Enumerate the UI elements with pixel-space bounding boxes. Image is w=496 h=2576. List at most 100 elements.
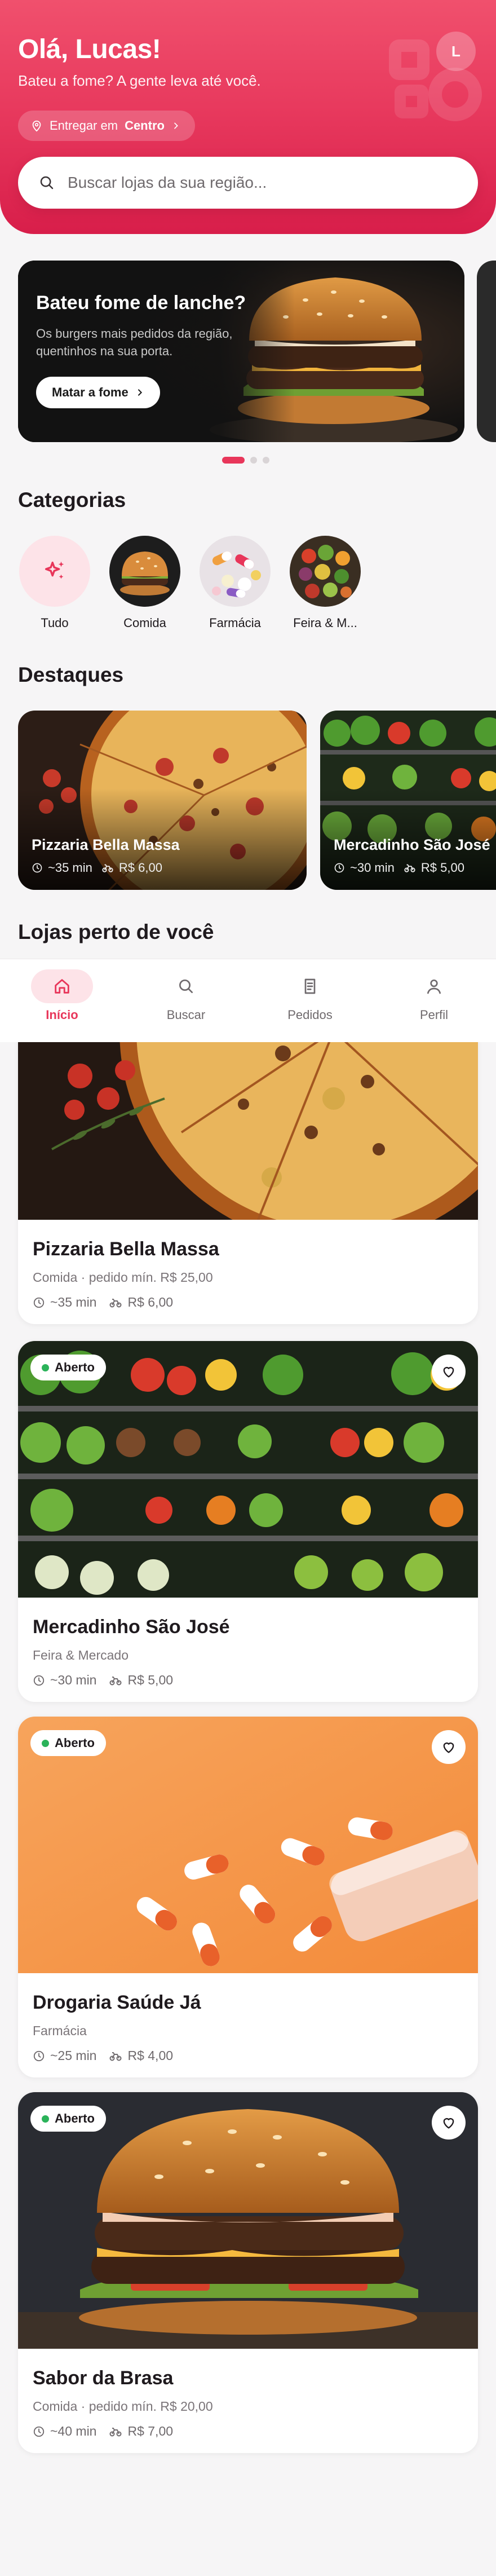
- heart-icon: [441, 1364, 457, 1379]
- store-card[interactable]: Aberto Drogaria Saúde Já Farmácia ~25 mi…: [18, 1717, 478, 2077]
- favorite-button[interactable]: [432, 2106, 466, 2140]
- nav-label: Buscar: [166, 1008, 206, 1022]
- nav-search[interactable]: Buscar: [124, 959, 248, 1042]
- status-badge: Aberto: [30, 1355, 106, 1380]
- store-name: Pizzaria Bella Massa: [33, 1238, 219, 1260]
- status-badge: Aberto: [30, 2106, 106, 2132]
- clock-icon: [33, 2425, 45, 2438]
- produce-image: [290, 536, 361, 607]
- delivery-fee-value: R$ 7,00: [127, 2424, 174, 2438]
- delivery-time-value: ~30 min: [50, 1673, 97, 1687]
- status-dot: [42, 2115, 49, 2123]
- nearby-title: Lojas perto de você: [18, 920, 214, 943]
- highlight-name: Mercadinho São José: [334, 836, 490, 853]
- highlight-meta: ~30 min R$ 5,00: [334, 861, 464, 875]
- home-screen: Olá, Lucas! Bateu a fome? A gente leva a…: [0, 0, 496, 2576]
- category-food[interactable]: Comida: [108, 536, 181, 630]
- nav-profile[interactable]: Perfil: [372, 959, 496, 1042]
- delivery-time-value: ~30 min: [350, 861, 395, 875]
- delivery-fee-value: R$ 5,00: [420, 861, 464, 875]
- delivery-fee: R$ 5,00: [109, 1673, 173, 1688]
- category-label: Tudo: [41, 616, 69, 630]
- favorite-button[interactable]: [432, 1730, 466, 1764]
- delivery-time-value: ~40 min: [50, 2424, 97, 2438]
- delivery-fee-value: R$ 6,00: [127, 1295, 174, 1309]
- bike-icon: [101, 862, 114, 874]
- delivery-time: ~35 min: [32, 861, 92, 875]
- nav-label: Perfil: [419, 1008, 449, 1022]
- store-meta: ~40 min R$ 7,00: [33, 2424, 173, 2439]
- clock-icon: [32, 862, 43, 874]
- store-category: Comida · pedido mín. R$ 25,00: [33, 1270, 213, 1285]
- category-all-circle: [19, 536, 90, 607]
- delivery-fee: R$ 6,00: [101, 861, 162, 875]
- carousel-dot[interactable]: [263, 457, 269, 464]
- favorite-button[interactable]: [432, 1355, 466, 1388]
- store-card[interactable]: Aberto Sabor da Brasa Comida · pedido mí…: [18, 2092, 478, 2453]
- location-pin-icon: [32, 120, 41, 132]
- clock-icon: [33, 2050, 45, 2062]
- home-icon: [55, 979, 69, 994]
- delivery-fee: R$ 5,00: [404, 861, 464, 875]
- status-dot: [42, 1739, 49, 1747]
- store-name: Mercadinho São José: [33, 1616, 230, 1638]
- clock-icon: [33, 1296, 45, 1309]
- heart-icon: [441, 1739, 457, 1755]
- chevron-right-icon: [174, 122, 178, 129]
- nav-orders[interactable]: Pedidos: [248, 959, 372, 1042]
- store-category: Comida · pedido mín. R$ 20,00: [33, 2399, 213, 2414]
- clock-icon: [33, 1674, 45, 1687]
- next-banner-peek[interactable]: [477, 261, 496, 442]
- store-meta: ~30 min R$ 5,00: [33, 1673, 173, 1688]
- highlight-card[interactable]: Mercadinho São José ~30 min R$ 5,00: [320, 711, 496, 890]
- avatar[interactable]: L: [436, 32, 476, 71]
- food-image: [109, 536, 180, 607]
- delivery-location-button[interactable]: Entregar em Centro: [18, 111, 195, 141]
- status-badge: Aberto: [30, 1730, 106, 1756]
- banner-title: Bateu fome de lanche?: [36, 292, 246, 314]
- category-all[interactable]: Tudo: [18, 536, 91, 630]
- categories-title: Categorias: [18, 488, 126, 511]
- nav-label: Pedidos: [287, 1008, 333, 1022]
- status-dot: [42, 1364, 49, 1371]
- category-pharmacy[interactable]: Farmácia: [198, 536, 272, 630]
- category-market[interactable]: Feira & M...: [289, 536, 362, 630]
- delivery-time-value: ~35 min: [50, 1295, 97, 1309]
- carousel-dots: [222, 457, 269, 464]
- highlight-meta: ~35 min R$ 6,00: [32, 861, 162, 875]
- delivery-time: ~30 min: [334, 861, 395, 875]
- promo-banner[interactable]: Bateu fome de lanche? Os burgers mais pe…: [18, 261, 464, 442]
- delivery-time: ~35 min: [33, 1295, 96, 1310]
- store-category: Feira & Mercado: [33, 1648, 129, 1662]
- bike-icon: [109, 2049, 122, 2063]
- status-label: Aberto: [55, 2111, 95, 2125]
- nav-home[interactable]: Início: [0, 959, 124, 1042]
- delivery-fee-value: R$ 6,00: [118, 861, 162, 875]
- delivery-time: ~40 min: [33, 2424, 96, 2439]
- store-card[interactable]: Aberto Mercadinho São José Feira & Merca…: [18, 1341, 478, 1702]
- greeting-subtitle: Bateu a fome? A gente leva até você.: [18, 72, 261, 89]
- search-icon: [179, 980, 193, 993]
- store-category: Farmácia: [33, 2023, 87, 2038]
- banner-cta-label: Matar a fome: [52, 385, 129, 399]
- search-icon: [40, 176, 54, 189]
- carousel-dot-active[interactable]: [222, 457, 245, 464]
- bike-icon: [109, 1674, 122, 1687]
- banner-cta-button[interactable]: Matar a fome: [36, 377, 160, 408]
- highlight-card[interactable]: Pizzaria Bella Massa ~35 min R$ 6,00: [18, 711, 307, 890]
- category-label: Feira & M...: [293, 616, 357, 630]
- bottom-nav: Início Buscar Pedidos Perfil: [0, 959, 496, 1042]
- status-label: Aberto: [55, 1360, 95, 1374]
- search-input[interactable]: [68, 174, 428, 192]
- search-bar[interactable]: [18, 157, 478, 209]
- bike-icon: [109, 2425, 122, 2438]
- delivery-prefix: Entregar em: [50, 118, 118, 133]
- store-meta: ~25 min R$ 4,00: [33, 2048, 173, 2063]
- header-decoration: [428, 68, 482, 121]
- carousel-dot[interactable]: [250, 457, 257, 464]
- banner-text: Os burgers mais pedidos da região, quent…: [36, 327, 233, 358]
- status-label: Aberto: [55, 1736, 95, 1750]
- user-icon: [427, 980, 441, 994]
- chevron-right-icon: [138, 389, 142, 396]
- header-decoration: [395, 85, 428, 118]
